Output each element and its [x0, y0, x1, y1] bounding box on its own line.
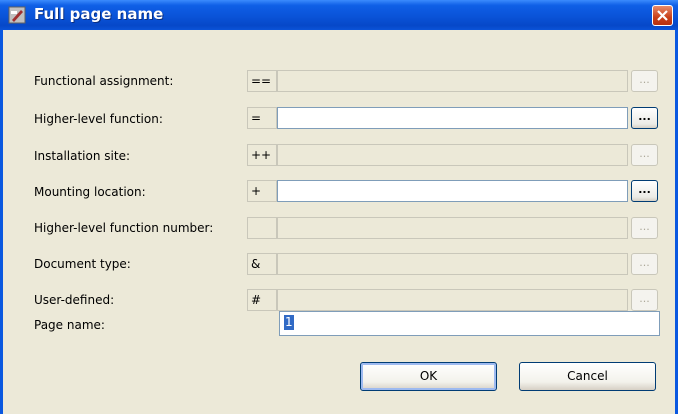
higher-level-function-prefix: = — [247, 107, 277, 129]
higher-level-function-number-field — [277, 217, 628, 239]
mounting-location-label: Mounting location: — [34, 185, 146, 199]
user-defined-label: User-defined: — [34, 293, 115, 307]
dialog-window: Full page name Functional assignment: ==… — [0, 0, 678, 414]
cancel-button[interactable]: Cancel — [519, 362, 656, 391]
close-icon — [657, 10, 668, 21]
installation-site-browse-button: ... — [631, 144, 658, 166]
functional-assignment-field — [277, 70, 628, 92]
higher-level-function-browse-button[interactable]: ... — [631, 107, 658, 129]
window-title: Full page name — [34, 5, 164, 23]
user-defined-prefix: # — [247, 289, 277, 311]
close-button[interactable] — [652, 5, 673, 26]
user-defined-browse-button: ... — [631, 289, 658, 311]
functional-assignment-prefix: == — [247, 70, 277, 92]
document-type-field — [277, 253, 628, 275]
ok-button[interactable]: OK — [360, 362, 497, 391]
page-name-input[interactable]: 1 — [279, 311, 660, 336]
higher-level-function-number-prefix — [247, 217, 277, 239]
page-name-value: 1 — [284, 315, 294, 330]
installation-site-field — [277, 144, 628, 166]
user-defined-field — [277, 289, 628, 311]
functional-assignment-browse-button: ... — [631, 70, 658, 92]
mounting-location-field[interactable] — [277, 180, 628, 202]
document-type-browse-button: ... — [631, 253, 658, 275]
higher-level-function-number-label: Higher-level function number: — [34, 221, 214, 235]
dialog-body: Functional assignment: == ... Higher-lev… — [3, 30, 675, 414]
higher-level-function-number-browse-button: ... — [631, 217, 658, 239]
eplan-app-icon — [8, 6, 26, 24]
document-type-prefix: & — [247, 253, 277, 275]
document-type-label: Document type: — [34, 257, 131, 271]
functional-assignment-label: Functional assignment: — [34, 74, 174, 88]
installation-site-prefix: ++ — [247, 144, 277, 166]
title-bar[interactable]: Full page name — [0, 0, 678, 30]
mounting-location-browse-button[interactable]: ... — [631, 180, 658, 202]
higher-level-function-field[interactable] — [277, 107, 628, 129]
mounting-location-prefix: + — [247, 180, 277, 202]
page-name-label: Page name: — [34, 318, 105, 332]
installation-site-label: Installation site: — [34, 149, 130, 163]
higher-level-function-label: Higher-level function: — [34, 112, 163, 126]
